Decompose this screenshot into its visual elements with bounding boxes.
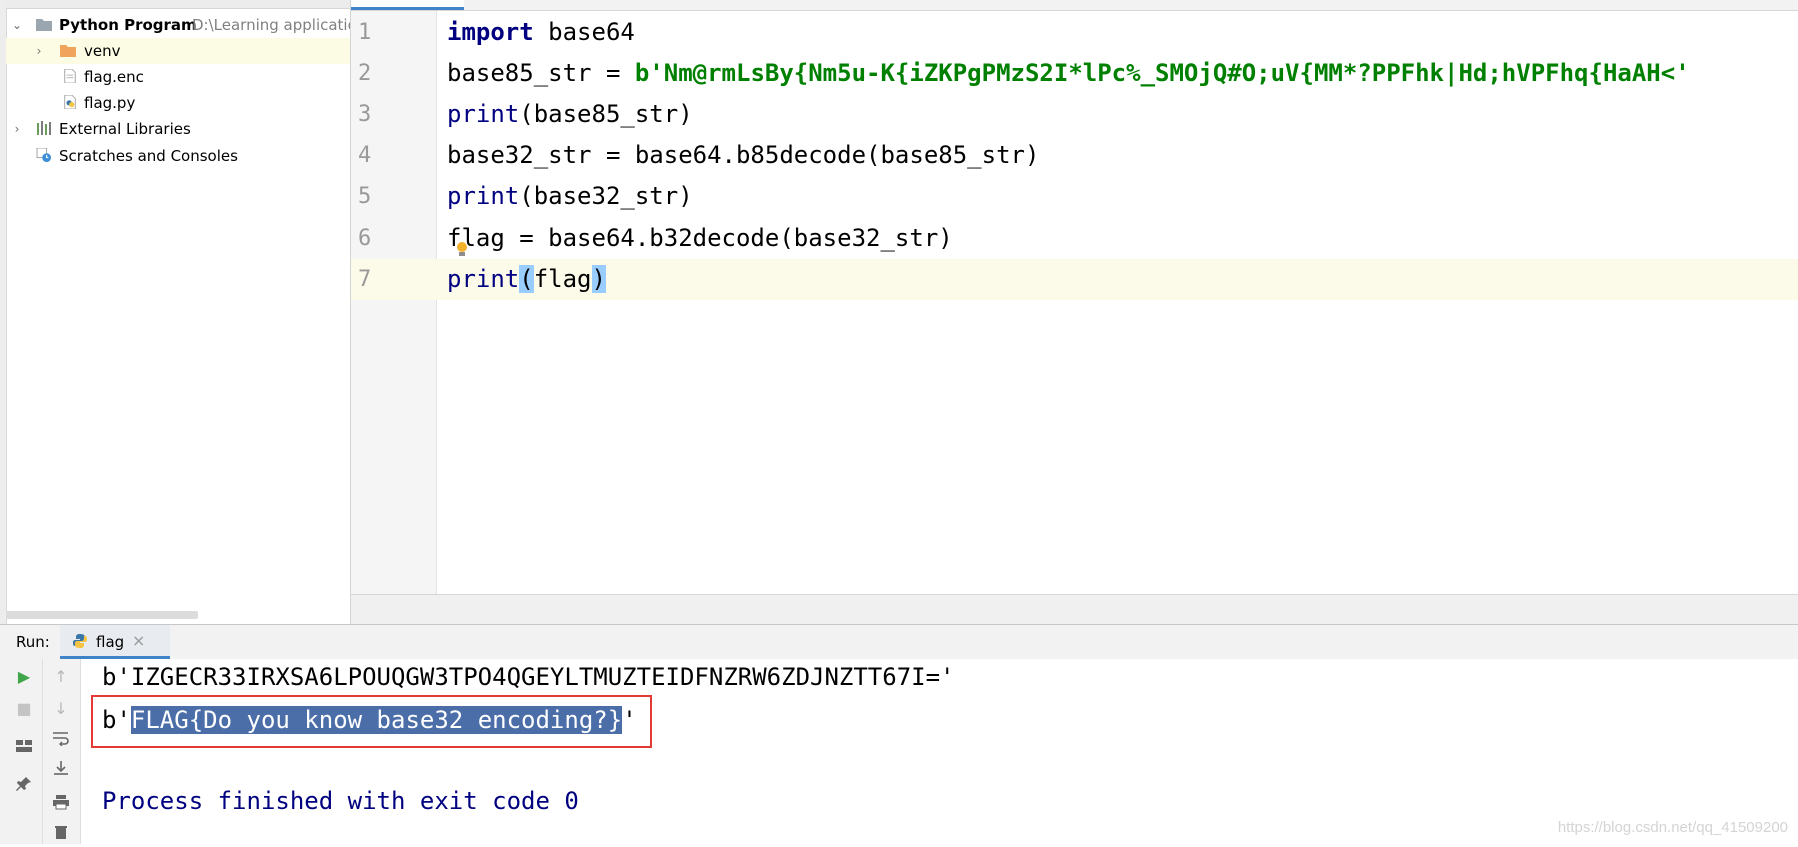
pin-icon[interactable] <box>12 775 36 799</box>
code-line-6: flag = base64.b32decode(base32_str) <box>447 224 953 252</box>
project-panel-header <box>6 0 350 9</box>
editor-bottom-bar <box>351 594 1798 625</box>
run-toolbar-left: ▶ ■ <box>0 659 43 844</box>
tree-item-venv[interactable]: › venv <box>6 38 350 64</box>
editor-tab-bar <box>351 0 1798 11</box>
string-literal: b'Nm@rmLsBy{Nm5u-K{iZKPgPMzS2I*lPc%_SMOj… <box>634 59 1690 87</box>
run-panel-header: Run: flag × <box>0 624 1798 660</box>
line-number: 2 <box>358 61 372 86</box>
tree-item-label: flag.py <box>84 94 136 112</box>
builtin-function: print <box>447 265 520 293</box>
line-number: 6 <box>358 226 372 251</box>
line-number: 5 <box>358 184 372 209</box>
builtin-function: print <box>447 182 520 210</box>
trash-icon[interactable] <box>49 823 73 847</box>
tree-item-flag-enc[interactable]: flag.enc <box>6 64 350 90</box>
folder-icon <box>36 19 52 31</box>
horizontal-scrollbar[interactable] <box>6 611 198 619</box>
keyword: import <box>447 18 534 46</box>
run-toolbar-right: ↑ ↓ <box>43 659 81 844</box>
line-number: 1 <box>358 20 372 45</box>
tree-item-label: Scratches and Consoles <box>59 147 238 165</box>
matched-brace: ) <box>591 265 606 293</box>
chevron-right-icon[interactable]: › <box>34 38 44 64</box>
arrow-down-icon[interactable]: ↓ <box>49 697 73 721</box>
python-icon <box>73 634 87 648</box>
tree-item-external-libraries[interactable]: › External Libraries <box>6 116 350 142</box>
tree-item-scratches[interactable]: Scratches and Consoles <box>6 143 350 169</box>
library-icon <box>37 121 51 135</box>
project-root-path: D:\Learning applicatio <box>192 16 351 34</box>
project-tool-window: ⌄ Python Program D:\Learning applicatio … <box>0 0 351 624</box>
code-line-4: base32_str = base64.b85decode(base85_str… <box>447 141 1040 169</box>
red-annotation-box <box>91 695 652 748</box>
folder-icon <box>60 45 76 57</box>
layout-icon[interactable] <box>12 737 36 761</box>
lightbulb-base <box>459 252 465 256</box>
code-line-5: print(base32_str) <box>447 176 693 217</box>
matched-brace: ( <box>519 265 534 293</box>
output-line-1: b'IZGECR33IRXSA6LPOUQGW3TPO4QGEYLTMUZTEI… <box>102 663 955 691</box>
tree-item-root[interactable]: ⌄ Python Program D:\Learning applicatio <box>6 12 350 38</box>
tree-item-label: venv <box>84 42 121 60</box>
line-number: 7 <box>358 267 372 292</box>
code-line-1: import base64 <box>447 12 635 53</box>
code-text: base64 <box>533 18 635 46</box>
tree-item-label: External Libraries <box>59 120 191 138</box>
run-tab-label: flag <box>96 633 125 651</box>
tab-flag-py[interactable] <box>351 0 464 10</box>
soft-wrap-icon[interactable] <box>49 729 73 753</box>
stop-icon[interactable]: ■ <box>12 697 36 721</box>
run-tab-flag[interactable]: flag × <box>60 625 170 659</box>
chevron-down-icon[interactable]: ⌄ <box>12 12 22 38</box>
tree-item-flag-py[interactable]: flag.py <box>6 90 350 116</box>
lightbulb-icon[interactable] <box>457 242 467 252</box>
code-line-2: base85_str = b'Nm@rmLsBy{Nm5u-K{iZKPgPMz… <box>447 53 1690 94</box>
line-number: 3 <box>358 102 372 127</box>
scratches-icon <box>36 148 51 162</box>
code-line-7: print(flag) <box>447 259 606 300</box>
close-icon[interactable]: × <box>132 631 145 650</box>
chevron-right-icon[interactable]: › <box>12 116 22 142</box>
file-icon <box>64 69 76 83</box>
run-icon[interactable]: ▶ <box>12 665 36 689</box>
code-line-3: print(base85_str) <box>447 94 693 135</box>
project-root-label: Python Program <box>59 16 197 34</box>
run-label: Run: <box>16 633 50 651</box>
watermark: https://blog.csdn.net/qq_41509200 <box>1557 819 1788 836</box>
python-file-icon <box>64 95 76 109</box>
arrow-up-icon[interactable]: ↑ <box>49 665 73 689</box>
code-text: (base85_str) <box>519 100 693 128</box>
code-text: (base32_str) <box>519 182 693 210</box>
scroll-to-end-icon[interactable] <box>49 759 73 783</box>
builtin-function: print <box>447 100 520 128</box>
output-line-3: Process finished with exit code 0 <box>102 787 579 815</box>
code-text: flag <box>533 265 592 293</box>
code-text: base85_str = <box>447 59 635 87</box>
print-icon[interactable] <box>49 793 73 817</box>
line-number: 4 <box>358 143 372 168</box>
tree-item-label: flag.enc <box>84 68 144 86</box>
